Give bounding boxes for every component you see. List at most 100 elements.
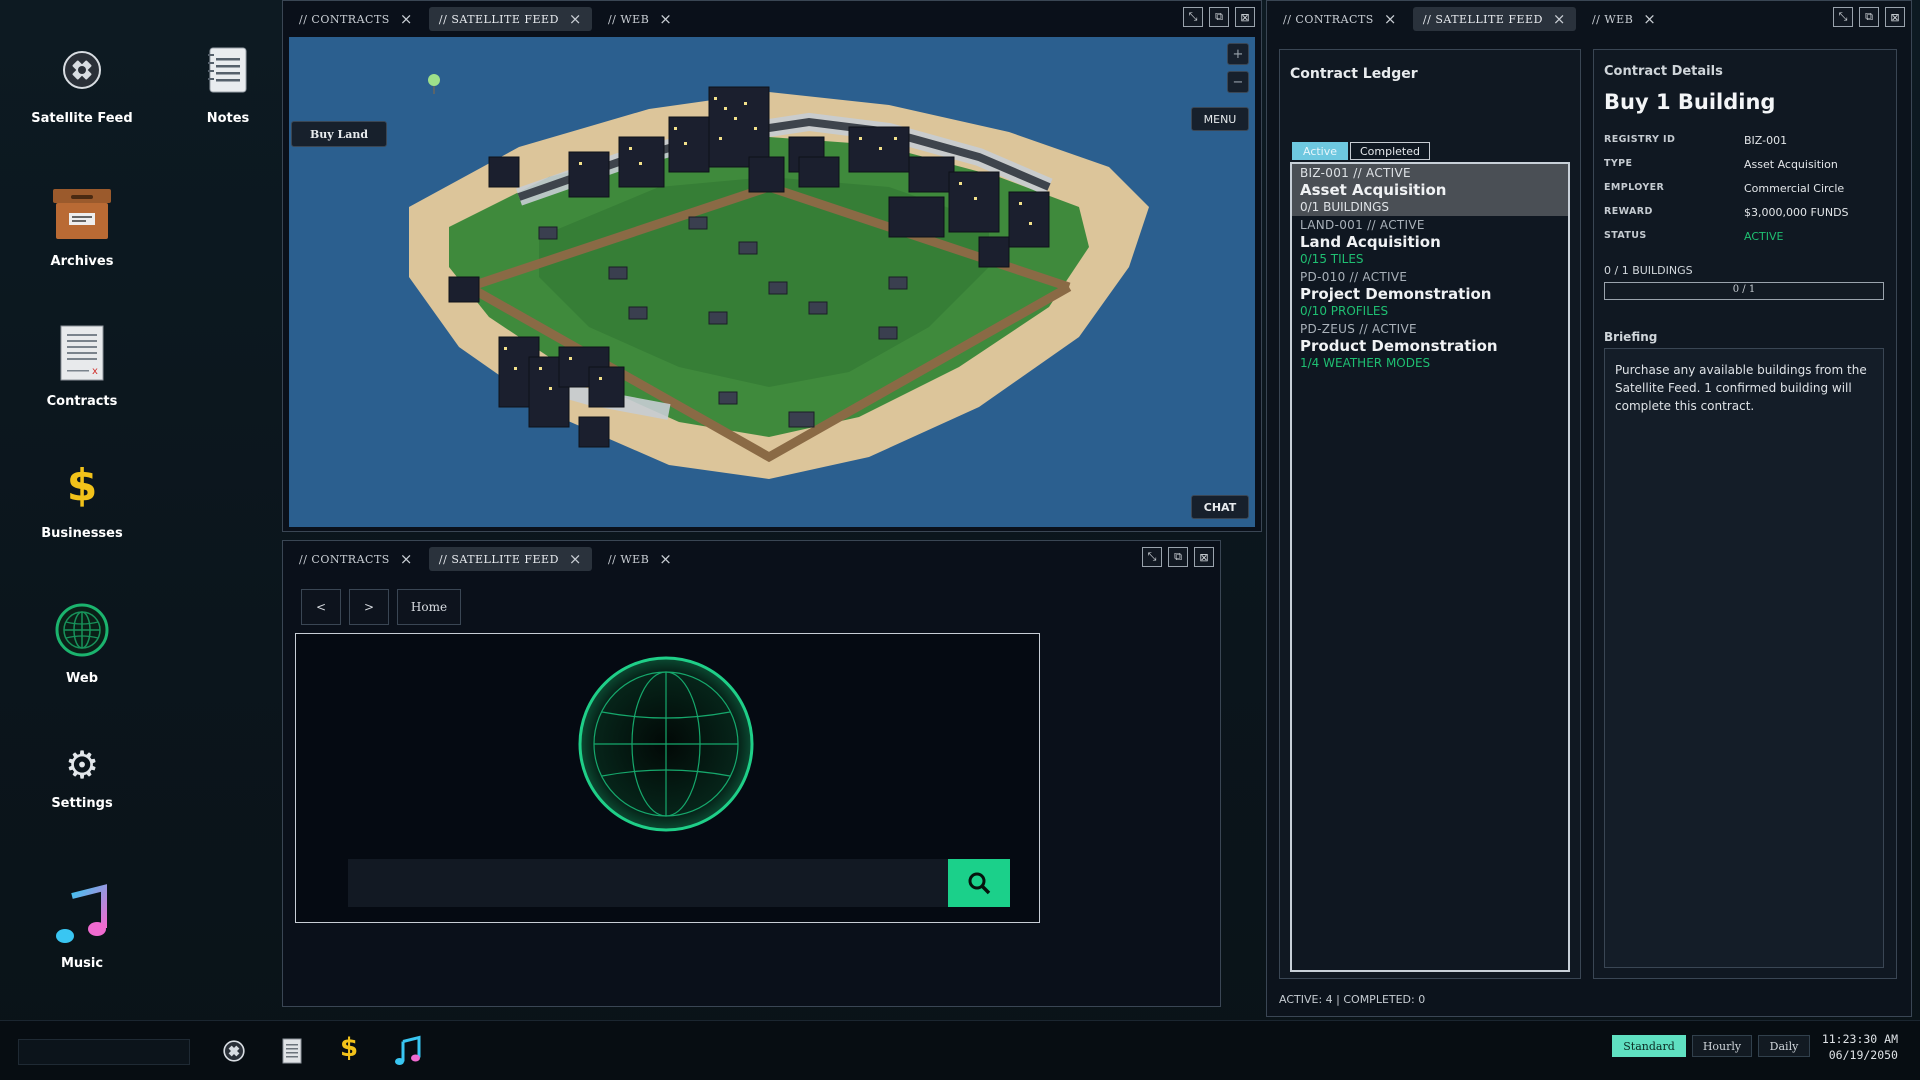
speed-standard-button[interactable]: Standard [1612, 1035, 1686, 1057]
desktop-icon-archives[interactable]: Archives [22, 178, 142, 269]
clock-date: 06/19/2050 [1828, 1048, 1898, 1062]
speed-hourly-button[interactable]: Hourly [1692, 1035, 1752, 1057]
tab-bar: // CONTRACTS × // SATELLITE FEED × // WEB × [1267, 1, 1911, 37]
taskbar-satellite-icon[interactable] [222, 1039, 246, 1067]
entry-progress: 0/10 PROFILES [1300, 304, 1389, 318]
ledger-entry[interactable]: PD-ZEUS // ACTIVE Product Demonstration … [1292, 320, 1568, 372]
zoom-in-button[interactable]: + [1227, 43, 1249, 65]
back-button[interactable]: < [301, 589, 341, 625]
desktop-icon-label: Notes [206, 111, 250, 126]
tab-completed[interactable]: Completed [1350, 142, 1430, 160]
ledger-entry[interactable]: LAND-001 // ACTIVE Land Acquisition 0/15… [1292, 216, 1568, 268]
close-window-icon[interactable]: ⊠ [1885, 7, 1905, 27]
popout-icon[interactable]: ⧉ [1859, 7, 1879, 27]
entry-name: Land Acquisition [1300, 233, 1441, 251]
web-search-input[interactable] [348, 859, 948, 907]
tab-web[interactable]: // WEB × [1582, 7, 1666, 31]
zoom-out-button[interactable]: − [1227, 71, 1249, 93]
contract-details-panel: Contract Details Buy 1 Building REGISTRY… [1593, 49, 1897, 979]
entry-code: PD-010 // ACTIVE [1300, 270, 1408, 284]
desktop-icon-label: Archives [50, 254, 114, 269]
desktop-icon-notes[interactable]: Notes [168, 35, 288, 126]
chat-button[interactable]: CHAT [1191, 495, 1249, 519]
close-icon[interactable]: × [400, 551, 413, 567]
tab-label: // CONTRACTS [299, 12, 390, 26]
tab-web[interactable]: // WEB × [598, 547, 682, 571]
close-window-icon[interactable]: ⊠ [1194, 547, 1214, 567]
dollar-icon: $ [66, 459, 98, 511]
desktop-icon-businesses[interactable]: $ Businesses [22, 450, 142, 542]
desktop-icon-satellite-feed[interactable]: Satellite Feed [22, 35, 142, 126]
close-icon[interactable]: × [659, 551, 672, 567]
menu-button[interactable]: MENU [1191, 107, 1249, 131]
clock-time: 11:23:30 AM [1821, 1032, 1898, 1046]
satellite-feed-window: // CONTRACTS × // SATELLITE FEED × // WEB ×… [282, 0, 1262, 532]
tab-satellite-feed[interactable]: // SATELLITE FEED × [428, 7, 592, 31]
forward-button[interactable]: > [349, 589, 389, 625]
field-key: EMPLOYER [1604, 182, 1665, 193]
speed-daily-button[interactable]: Daily [1758, 1035, 1810, 1057]
window-controls: ⤡ ⧉ ⊠ [1833, 7, 1905, 27]
taskbar-search-field[interactable] [18, 1039, 190, 1065]
ledger-entry[interactable]: BIZ-001 // ACTIVE Asset Acquisition 0/1 … [1292, 164, 1568, 216]
satellite-icon [22, 35, 142, 105]
buy-land-button[interactable]: Buy Land [291, 121, 387, 147]
ledger-list: BIZ-001 // ACTIVE Asset Acquisition 0/1 … [1290, 162, 1570, 972]
field-key: REWARD [1604, 206, 1653, 217]
tab-contracts[interactable]: // CONTRACTS × [1273, 7, 1407, 31]
close-window-icon[interactable]: ⊠ [1235, 7, 1255, 27]
close-icon[interactable]: × [569, 11, 582, 27]
entry-name: Project Demonstration [1300, 285, 1492, 303]
tab-contracts[interactable]: // CONTRACTS × [289, 547, 423, 571]
archive-box-icon [22, 178, 142, 248]
tab-active[interactable]: Active [1292, 142, 1348, 160]
tab-label: // SATELLITE FEED [1422, 12, 1543, 26]
popout-icon[interactable]: ⧉ [1209, 7, 1229, 27]
globe-icon [22, 595, 142, 665]
tab-web[interactable]: // WEB × [598, 7, 682, 31]
contract-document-icon: x [22, 318, 142, 388]
desktop-icon-music[interactable]: Music [22, 880, 142, 971]
status-value: ACTIVE [1744, 230, 1784, 243]
minimize-icon[interactable]: ⤡ [1142, 547, 1162, 567]
notes-icon [168, 35, 288, 105]
close-icon[interactable]: × [1553, 11, 1566, 27]
satellite-map[interactable]: Buy Land MENU CHAT + − [289, 37, 1255, 527]
close-icon[interactable]: × [659, 11, 672, 27]
tab-label: // CONTRACTS [299, 552, 390, 566]
close-icon[interactable]: × [569, 551, 582, 567]
taskbar-music-icon[interactable] [394, 1035, 422, 1071]
music-note-icon [22, 880, 142, 950]
taskbar-contracts-icon[interactable] [282, 1038, 302, 1068]
field-value: Asset Acquisition [1744, 158, 1838, 171]
tab-satellite-feed[interactable]: // SATELLITE FEED × [428, 547, 592, 571]
briefing-box: Purchase any available buildings from th… [1604, 348, 1884, 968]
entry-code: BIZ-001 // ACTIVE [1300, 166, 1411, 180]
tab-label: // WEB [607, 12, 650, 26]
ledger-title: Contract Ledger [1290, 66, 1418, 82]
desktop-icon-label: Settings [51, 796, 113, 811]
contract-ledger-panel: Contract Ledger Active Completed BIZ-001… [1279, 49, 1581, 979]
search-icon [968, 872, 991, 895]
search-button[interactable] [948, 859, 1010, 907]
details-title: Buy 1 Building [1604, 90, 1776, 114]
minimize-icon[interactable]: ⤡ [1833, 7, 1853, 27]
tab-label: // CONTRACTS [1283, 12, 1374, 26]
contracts-window: // CONTRACTS × // SATELLITE FEED × // WEB ×… [1266, 0, 1912, 1017]
desktop-icon-settings[interactable]: ⚙ Settings [22, 740, 142, 811]
desktop-icon-contracts[interactable]: x Contracts [22, 318, 142, 409]
desktop-icon-web[interactable]: Web [22, 595, 142, 686]
tab-satellite-feed[interactable]: // SATELLITE FEED × [1412, 7, 1576, 31]
minimize-icon[interactable]: ⤡ [1183, 7, 1203, 27]
home-button[interactable]: Home [397, 589, 461, 625]
desktop-icon-label: Contracts [46, 394, 118, 409]
close-icon[interactable]: × [1643, 11, 1656, 27]
close-icon[interactable]: × [1384, 11, 1397, 27]
tab-contracts[interactable]: // CONTRACTS × [289, 7, 423, 31]
window-controls: ⤡ ⧉ ⊠ [1142, 547, 1214, 567]
taskbar-dollar-icon[interactable]: $ [340, 1033, 358, 1063]
field-value: Commercial Circle [1744, 182, 1845, 195]
ledger-entry[interactable]: PD-010 // ACTIVE Project Demonstration 0… [1292, 268, 1568, 320]
popout-icon[interactable]: ⧉ [1168, 547, 1188, 567]
close-icon[interactable]: × [400, 11, 413, 27]
